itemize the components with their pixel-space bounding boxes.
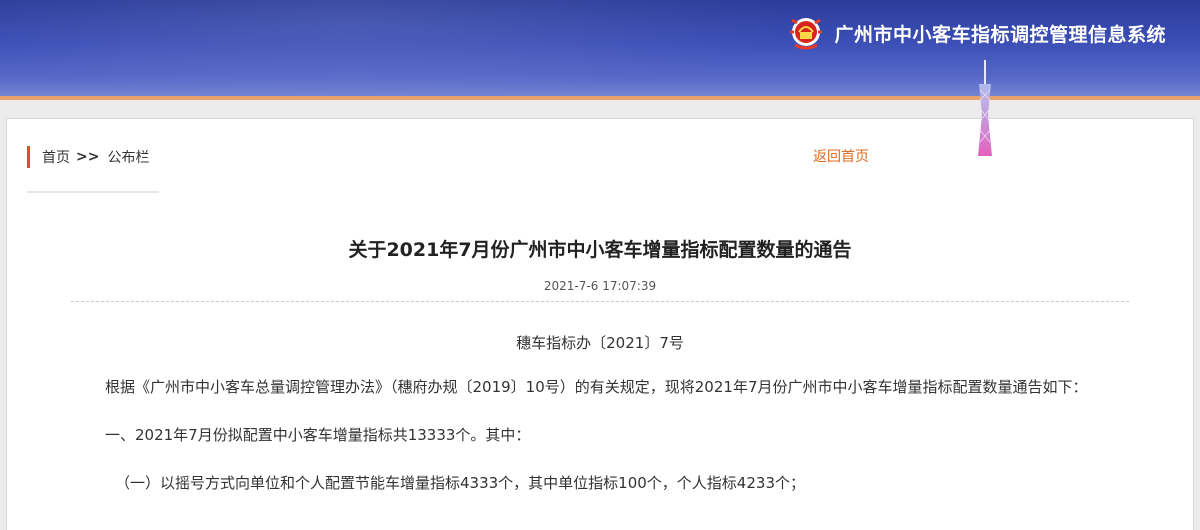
breadcrumb-current-link[interactable]: 公布栏 [107, 147, 149, 167]
header-banner: 广州市中小客车指标调控管理信息系统 [0, 0, 1200, 96]
article-body: 根据《广州市中小客车总量调控管理办法》（穗府办规〔2019〕10号）的有关规定，… [71, 373, 1141, 497]
system-title: 广州市中小客车指标调控管理信息系统 [834, 23, 1166, 46]
brand: 广州市中小客车指标调控管理信息系统 [786, 14, 1166, 52]
article-paragraph: （一）以摇号方式向单位和个人配置节能车增量指标4333个，其中单位指标100个，… [115, 474, 805, 492]
article-date: 2021-7-6 17:07:39 [543, 279, 657, 293]
banner-glow [0, 0, 800, 96]
breadcrumb: 首页 >> 公布栏 [27, 146, 149, 168]
article-paragraph: 根据《广州市中小客车总量调控管理办法》（穗府办规〔2019〕10号）的有关规定，… [105, 378, 1088, 396]
title-divider [71, 301, 1129, 302]
breadcrumb-underline [27, 191, 159, 193]
content-panel: 首页 >> 公布栏 返回首页 关于2021年7月份广州市中小客车增量指标配置数量… [6, 118, 1194, 530]
breadcrumb-bar: 首页 >> 公布栏 返回首页 [7, 119, 1193, 191]
canton-tower-icon [970, 60, 1000, 160]
article-title: 关于2021年7月份广州市中小客车增量指标配置数量的通告 [348, 239, 852, 261]
document-number: 穗车指标办〔2021〕7号 [516, 334, 684, 352]
article-paragraph: 一、2021年7月份拟配置中小客车增量指标共13333个。其中： [105, 426, 531, 444]
emblem-icon [786, 12, 826, 54]
back-home-link[interactable]: 返回首页 [813, 146, 869, 166]
breadcrumb-home-link[interactable]: 首页 [42, 147, 70, 167]
breadcrumb-separator: >> [76, 149, 100, 165]
banner-stripe [0, 96, 1200, 100]
